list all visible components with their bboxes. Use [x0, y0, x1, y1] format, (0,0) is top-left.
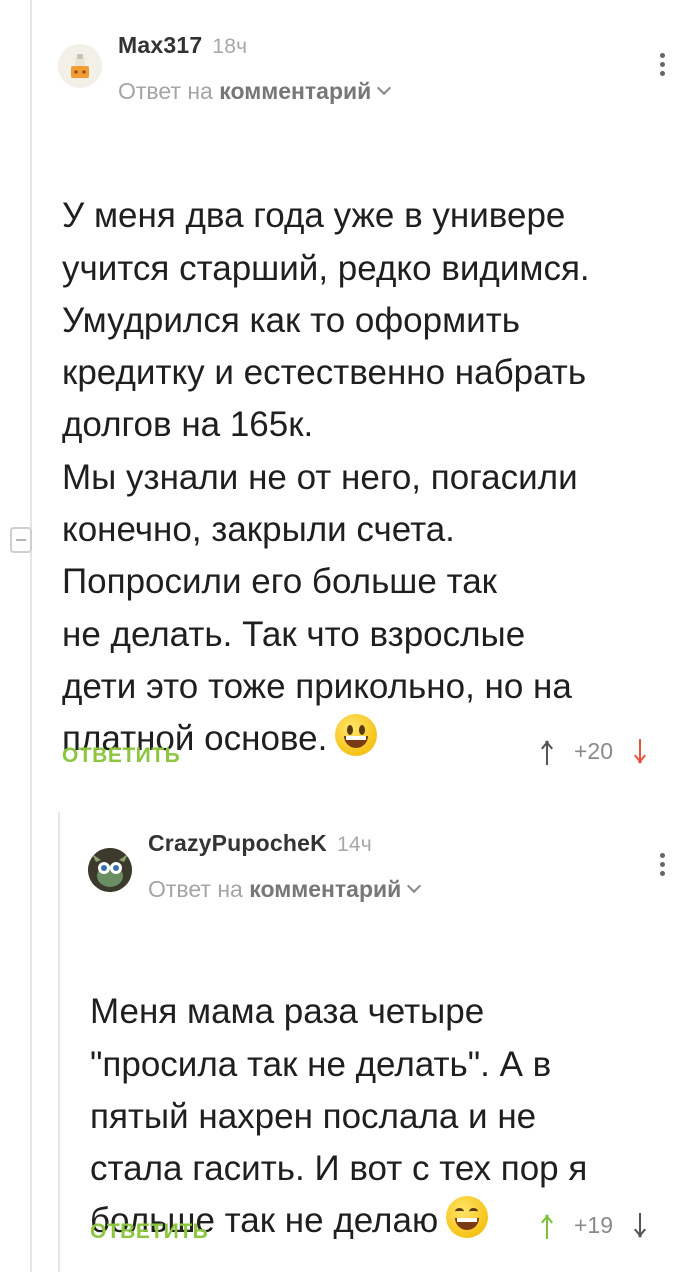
reply-to-link[interactable]: Ответ на комментарий [118, 78, 392, 105]
comment-time: 14ч [336, 833, 372, 856]
more-options-icon[interactable] [660, 853, 666, 880]
grinning-squinting-face-emoji [446, 1196, 489, 1239]
comment-text: Меня мама раза четыре "просила так не де… [90, 992, 588, 1241]
reply-to-link[interactable]: Ответ на комментарий [148, 876, 422, 903]
grinning-face-emoji [335, 714, 378, 757]
comment-author[interactable]: CrazyPupocheK 14ч [148, 830, 372, 857]
comment-author[interactable]: Max317 18ч [118, 32, 247, 59]
reply-button[interactable]: ОТВЕТИТЬ [62, 744, 180, 768]
reply-to-prefix: Ответ на [118, 78, 213, 104]
avatar[interactable] [58, 44, 102, 88]
reply-button[interactable]: ОТВЕТИТЬ [90, 1220, 208, 1244]
chevron-down-icon[interactable] [407, 878, 422, 894]
chevron-down-icon[interactable] [377, 80, 392, 96]
author-name[interactable]: Max317 [118, 32, 202, 58]
upvote-icon[interactable] [540, 739, 554, 765]
reply-to-target[interactable]: комментарий [249, 876, 401, 902]
downvote-icon[interactable] [633, 1212, 647, 1239]
avatar[interactable] [88, 848, 132, 892]
more-options-icon[interactable] [660, 53, 666, 80]
comment-text: У меня два года уже в универе учится ста… [62, 196, 590, 759]
reply-to-prefix: Ответ на [148, 876, 243, 902]
downvote-icon[interactable] [633, 738, 647, 765]
comment-crazypupochek: CrazyPupocheK 14ч Ответ на комментарий Ме… [0, 810, 700, 1272]
reply-to-target[interactable]: комментарий [219, 78, 371, 104]
comment-max317: Max317 18ч Ответ на комментарий У меня дв… [0, 0, 700, 790]
upvote-icon[interactable] [540, 1213, 554, 1239]
rating-value: +19 [574, 1212, 614, 1238]
comment-body: Меня мама раза четыре "просила так не де… [90, 934, 680, 1248]
rating-widget: +19 [540, 1212, 647, 1239]
author-name[interactable]: CrazyPupocheK [148, 830, 327, 856]
comment-time: 18ч [212, 35, 248, 58]
rating-widget: +20 [540, 738, 647, 765]
rating-value: +20 [574, 738, 614, 764]
comment-body: У меня два года уже в универе учится ста… [62, 138, 682, 766]
